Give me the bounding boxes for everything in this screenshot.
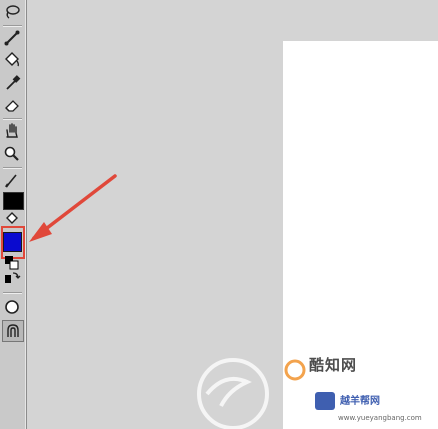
watermark-site-cn: 越羊帮网 [340, 396, 380, 407]
watermark-brand: 酷知网 [309, 356, 358, 374]
watermark: 酷知网 越羊帮网 www.yueyangbang.com [185, 352, 438, 429]
watermark-site-url: www.yueyangbang.com [338, 414, 422, 422]
